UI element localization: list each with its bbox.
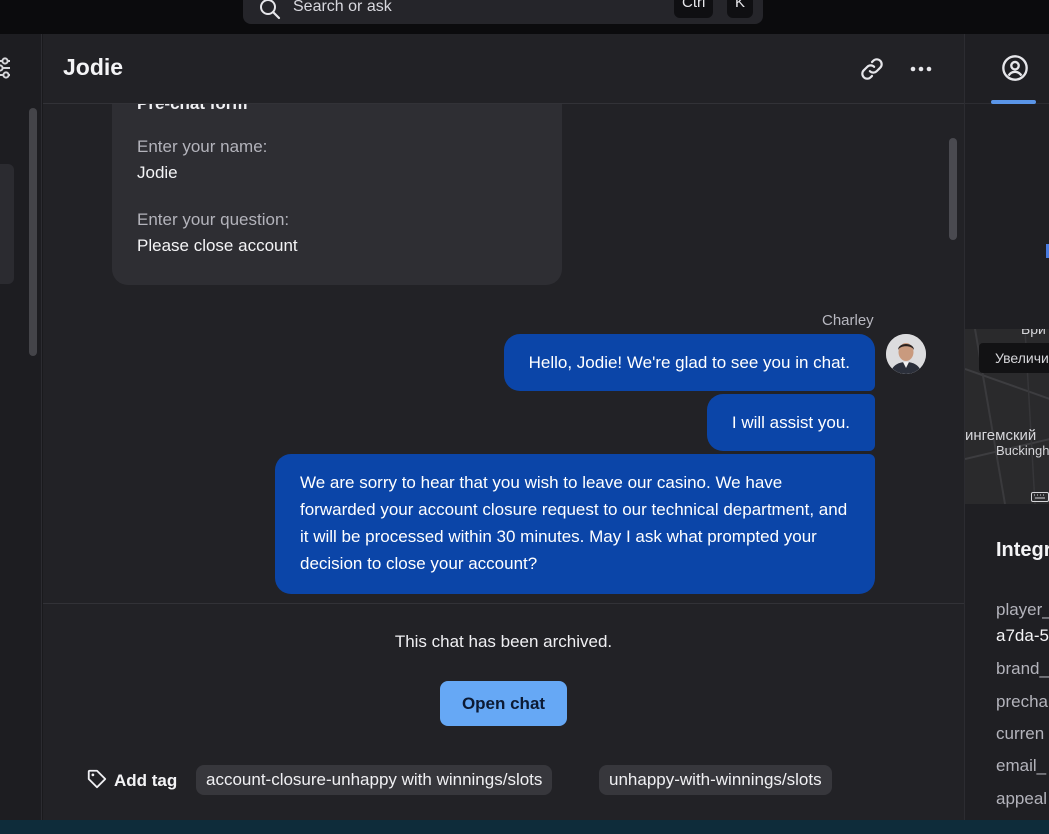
- archived-notice: This chat has been archived.: [394, 632, 613, 651]
- map-label: Бри: [1021, 329, 1046, 337]
- message-list[interactable]: Pre-chat form Enter your name: Jodie Ent…: [43, 104, 964, 604]
- integration-field-label: brand_: [996, 659, 1049, 678]
- user-circle-icon[interactable]: [1001, 54, 1029, 82]
- sliders-icon[interactable]: [0, 56, 14, 85]
- map-preview[interactable]: Бри Увеличить ингемский Buckingh: [965, 329, 1049, 504]
- prechat-field-value: Please close account: [137, 236, 298, 255]
- integration-field-label: email_: [996, 756, 1047, 775]
- tag-icon: [86, 768, 108, 795]
- left-scrollbar[interactable]: [29, 108, 37, 356]
- top-bar: Search or ask Ctrl K: [0, 0, 1049, 34]
- agent-message: Hello, Jodie! We're glad to see you in c…: [503, 334, 875, 391]
- active-tab-indicator: [991, 100, 1036, 104]
- archived-footer: This chat has been archived. Open chat A…: [43, 603, 964, 820]
- tag-chip[interactable]: account-closure-unhappy with winnings/sl…: [196, 765, 553, 795]
- keyboard-icon[interactable]: [1031, 489, 1049, 504]
- prechat-field-value: Jodie: [137, 163, 178, 182]
- prechat-form-card: Pre-chat form Enter your name: Jodie Ent…: [112, 104, 562, 285]
- search-icon: [259, 0, 281, 25]
- prechat-field-label: Enter your question:: [137, 210, 290, 229]
- map-label: Buckingh: [996, 443, 1049, 458]
- prechat-form-title: Pre-chat form: [137, 104, 248, 114]
- message-scrollbar[interactable]: [949, 138, 957, 240]
- shortcut-key-ctrl: Ctrl: [674, 0, 714, 18]
- map-zoom-button[interactable]: Увеличить: [979, 343, 1049, 373]
- more-horizontal-icon[interactable]: [907, 56, 935, 82]
- agent-message: I will assist you.: [706, 394, 875, 451]
- prechat-field-label: Enter your name:: [137, 137, 268, 156]
- avatar: [886, 334, 926, 374]
- taskbar-edge: [0, 820, 1049, 834]
- agent-name: Charley: [822, 312, 874, 329]
- chat-title: Jodie: [63, 54, 124, 80]
- chat-header: Jodie: [43, 34, 964, 104]
- right-panel-tabs: [965, 34, 1049, 104]
- open-chat-button[interactable]: Open chat: [440, 681, 567, 726]
- tag-chip[interactable]: unhappy-with-winnings/slots: [599, 765, 832, 795]
- search-bar[interactable]: Search or ask Ctrl K: [243, 0, 763, 24]
- agent-message: We are sorry to hear that you wish to le…: [275, 454, 875, 594]
- integration-field-value: a7da-5: [996, 626, 1049, 645]
- shortcut-key-k: K: [727, 0, 754, 18]
- right-panel: Бри Увеличить ингемский Buckingh Integr …: [964, 34, 1049, 820]
- integration-field-label: player_: [996, 600, 1049, 619]
- map-label: ингемский: [965, 427, 1037, 444]
- add-tag-button[interactable]: Add tag: [86, 768, 177, 794]
- search-placeholder: Search or ask: [293, 0, 392, 15]
- integration-field-label: curren: [996, 724, 1045, 743]
- chat-list-item[interactable]: [0, 164, 14, 284]
- integration-field-label: appeal: [996, 789, 1048, 808]
- link-icon[interactable]: [859, 56, 885, 82]
- integration-field-label: precha: [996, 692, 1048, 711]
- integrations-title: Integr: [996, 539, 1049, 561]
- add-tag-label: Add tag: [114, 771, 178, 790]
- left-panel: [0, 34, 42, 820]
- chat-panel: Jodie Pre-chat form Enter your name: Jod…: [43, 34, 964, 820]
